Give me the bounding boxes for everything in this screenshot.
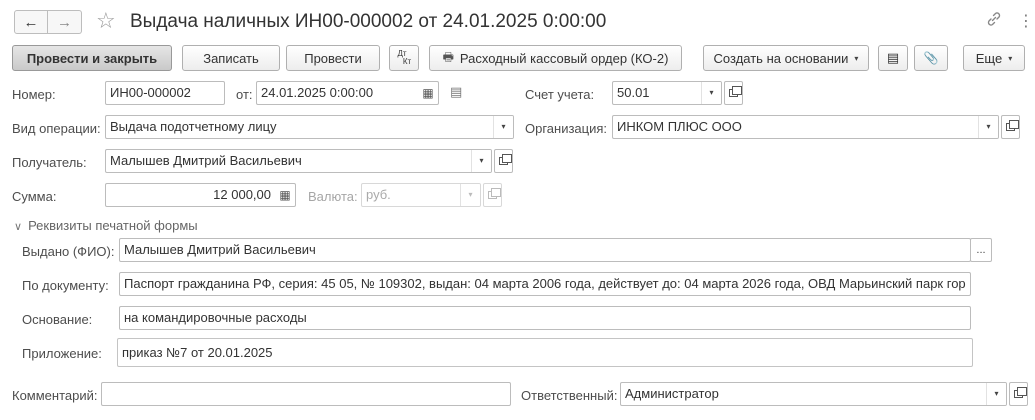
create-based-on-button[interactable]: Создать на основании ▾ — [703, 45, 869, 71]
chevron-down-icon[interactable]: ▾ — [493, 116, 513, 138]
account-field[interactable]: 50.01 ▾ — [612, 81, 722, 105]
open-icon — [499, 154, 512, 165]
currency-field: руб. ▾ — [361, 183, 481, 207]
attachment-label: Приложение: — [22, 346, 102, 361]
date-value: 24.01.2025 0:00:00 — [261, 85, 374, 100]
account-open-button[interactable] — [724, 81, 743, 105]
link-icon[interactable] — [985, 10, 1003, 36]
arrow-left-icon: ← — [23, 13, 39, 31]
dt-kt-button[interactable]: Дт Кт — [389, 45, 419, 71]
chevron-down-icon[interactable]: ▾ — [978, 116, 998, 138]
calendar-icon[interactable]: ▦ — [418, 82, 438, 104]
print-details-section-toggle[interactable]: ∨ Реквизиты печатной формы — [14, 218, 198, 233]
chevron-down-icon: ∨ — [14, 221, 23, 233]
print-details-header: Реквизиты печатной формы — [28, 218, 198, 233]
history-icon[interactable]: ▤ — [450, 84, 462, 100]
open-icon — [729, 86, 742, 97]
chevron-down-icon[interactable]: ▾ — [986, 383, 1006, 405]
calculator-icon[interactable]: ▦ — [275, 184, 295, 206]
arrow-right-icon: → — [57, 13, 72, 31]
organization-label: Организация: — [525, 121, 608, 136]
more-label: Еще — [975, 50, 1003, 66]
account-label: Счет учета: — [525, 87, 595, 102]
operation-select[interactable]: Выдача подотчетному лицу ▾ — [105, 115, 514, 139]
page-title: Выдача наличных ИН00-000002 от 24.01.202… — [130, 11, 607, 32]
structure-icon: ▤ — [886, 50, 900, 65]
more-menu-icon[interactable]: ⋮ — [1018, 10, 1034, 34]
open-icon — [1006, 120, 1019, 131]
chevron-down-icon: ▾ — [460, 184, 480, 206]
attachment-field[interactable]: приказ №7 от 20.01.2025 — [117, 338, 973, 367]
currency-value: руб. — [366, 187, 391, 202]
date-field[interactable]: 24.01.2025 0:00:00 ▦ — [256, 81, 439, 105]
print-ko2-button[interactable]: 🖶 Расходный кассовый ордер (КО-2) — [429, 45, 682, 71]
basis-field[interactable]: на командировочные расходы — [119, 306, 971, 330]
responsible-open-button[interactable] — [1009, 382, 1028, 406]
chevron-down-icon[interactable]: ▾ — [701, 82, 721, 104]
paperclip-icon: 📎 — [923, 51, 939, 65]
issued-field[interactable]: Малышев Дмитрий Васильевич — [119, 238, 971, 262]
operation-value: Выдача подотчетному лицу — [110, 119, 277, 134]
amount-value: 12 000,00 — [213, 187, 271, 202]
more-button[interactable]: Еще ▾ — [963, 45, 1025, 71]
responsible-field[interactable]: Администратор ▾ — [620, 382, 1007, 406]
responsible-value: Администратор — [625, 386, 719, 401]
currency-open-button — [483, 183, 502, 207]
kt-label: Кт — [402, 57, 412, 66]
create-based-on-label: Создать на основании — [713, 50, 849, 66]
chevron-down-icon: ▾ — [854, 53, 859, 63]
currency-label: Валюта: — [308, 189, 358, 204]
back-button[interactable]: ← — [14, 10, 48, 34]
post-and-close-button[interactable]: Провести и закрыть — [12, 45, 172, 71]
recipient-label: Получатель: — [12, 155, 87, 170]
account-value: 50.01 — [617, 85, 650, 100]
number-field[interactable]: ИН00-000002 — [105, 81, 225, 105]
basis-label: Основание: — [22, 312, 93, 327]
organization-value: ИНКОМ ПЛЮС ООО — [617, 119, 742, 134]
chevron-down-icon[interactable]: ▾ — [471, 150, 491, 172]
document-label: По документу: — [22, 278, 109, 293]
forward-button[interactable]: → — [48, 10, 82, 34]
write-button[interactable]: Записать — [182, 45, 280, 71]
favorite-star-icon[interactable]: ☆ — [96, 8, 116, 34]
structure-button[interactable]: ▤ — [878, 45, 908, 71]
amount-field[interactable]: 12 000,00 ▦ — [105, 183, 296, 207]
issued-label: Выдано (ФИО): — [22, 244, 115, 259]
recipient-field[interactable]: Малышев Дмитрий Васильевич ▾ — [105, 149, 492, 173]
open-icon — [488, 188, 501, 199]
print-ko2-label: Расходный кассовый ордер (КО-2) — [459, 50, 669, 66]
amount-label: Сумма: — [12, 189, 57, 204]
chevron-down-icon: ▾ — [1008, 53, 1013, 63]
post-button[interactable]: Провести — [286, 45, 380, 71]
issued-select-button[interactable]: ... — [970, 238, 992, 262]
number-label: Номер: — [12, 87, 56, 102]
recipient-value: Малышев Дмитрий Васильевич — [110, 153, 302, 168]
operation-label: Вид операции: — [12, 121, 101, 136]
document-field[interactable]: Паспорт гражданина РФ, серия: 45 05, № 1… — [119, 272, 971, 296]
comment-label: Комментарий: — [12, 388, 98, 403]
organization-field[interactable]: ИНКОМ ПЛЮС ООО ▾ — [612, 115, 999, 139]
printer-icon: 🖶 — [442, 49, 454, 64]
open-icon — [1014, 387, 1027, 398]
comment-field[interactable] — [101, 382, 511, 406]
responsible-label: Ответственный: — [521, 388, 618, 403]
organization-open-button[interactable] — [1001, 115, 1020, 139]
recipient-open-button[interactable] — [494, 149, 513, 173]
attach-button[interactable]: 📎 — [914, 45, 948, 71]
date-label: от: — [236, 87, 253, 102]
